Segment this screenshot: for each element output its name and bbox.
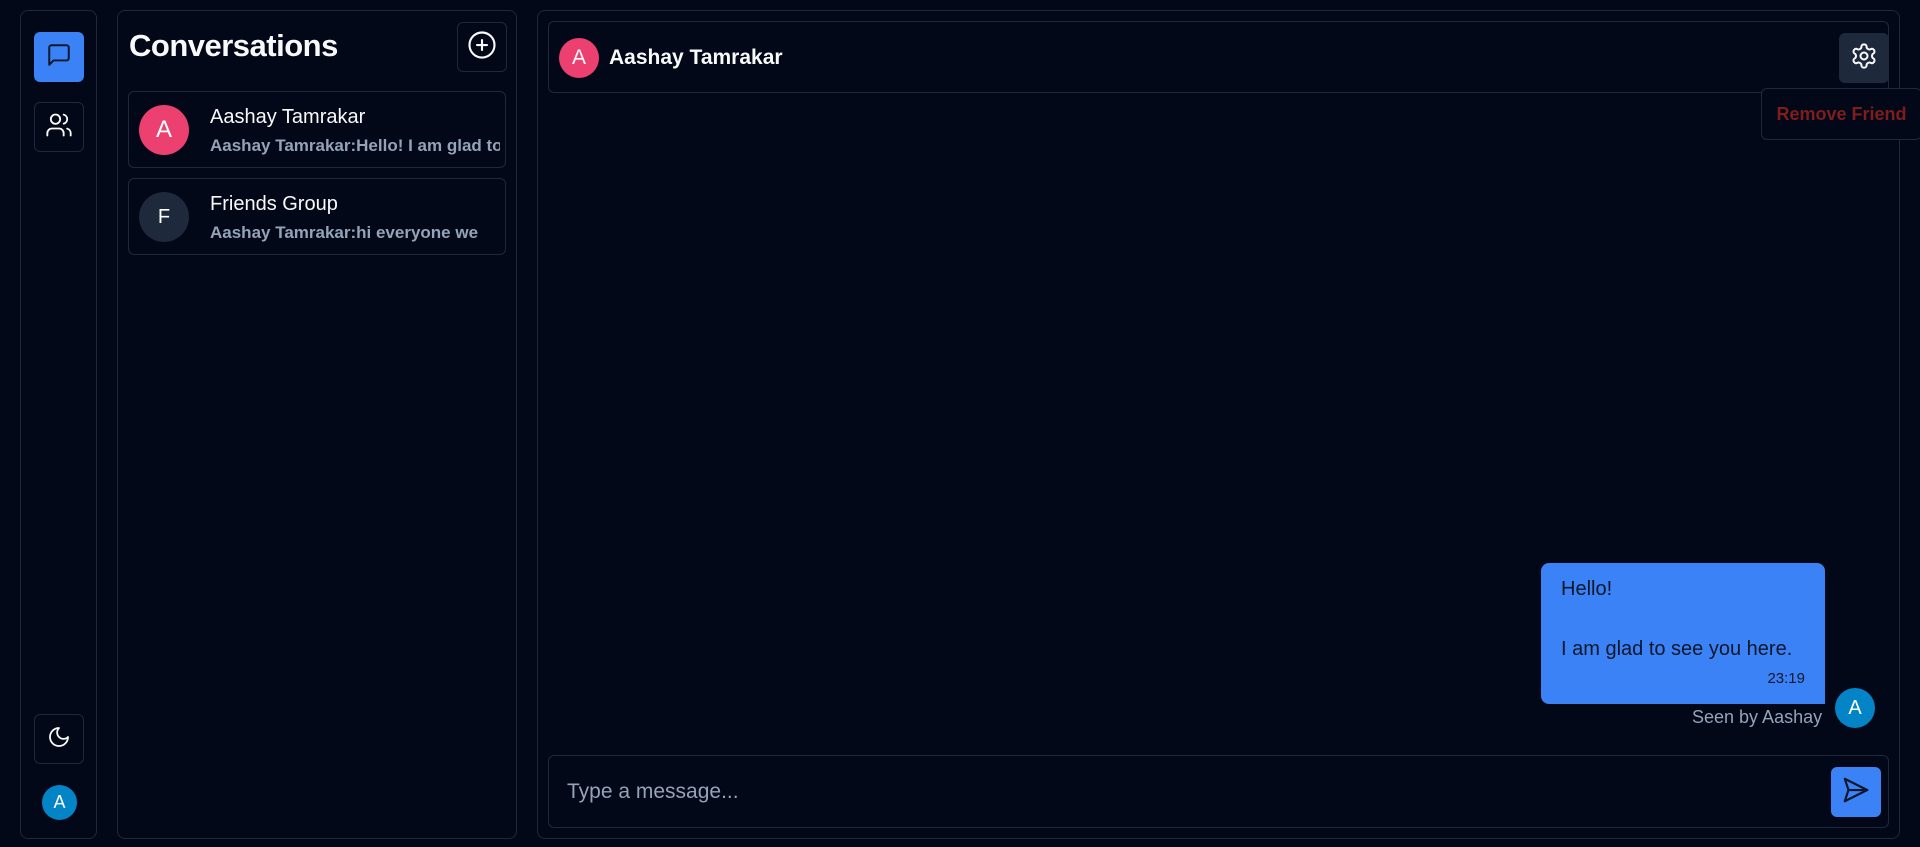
chat-settings-button[interactable] (1839, 33, 1889, 83)
contact-avatar-letter: A (571, 46, 586, 69)
moon-icon (47, 725, 71, 754)
gear-icon (1850, 42, 1878, 75)
message-line-gap (1561, 604, 1805, 634)
friends-nav-button[interactable] (34, 102, 84, 152)
contact-avatar: A (559, 38, 599, 78)
conversation-name: Aashay Tamrakar (210, 106, 366, 128)
conversation-avatar-letter: F (157, 205, 171, 228)
chat-header: A Aashay Tamrakar (548, 21, 1889, 93)
conversations-title: Conversations (129, 28, 338, 63)
theme-toggle-button[interactable] (34, 714, 84, 764)
conversation-item[interactable]: F Friends Group Aashay Tamrakar:hi every… (128, 178, 506, 255)
settings-dropdown: Remove Friend (1761, 88, 1920, 140)
conversation-name: Friends Group (210, 193, 338, 215)
send-button[interactable] (1831, 767, 1881, 817)
contact-name: Aashay Tamrakar (609, 46, 783, 69)
message-sender-avatar: A (1835, 688, 1875, 728)
conversation-avatar: A (139, 105, 189, 155)
conversation-avatar-letter: A (155, 116, 172, 143)
message-timestamp: 23:19 (1767, 670, 1805, 687)
nav-rail: A (20, 10, 97, 839)
chat-panel: A Aashay Tamrakar Remove Friend Hello! I… (537, 10, 1920, 839)
send-icon (1841, 775, 1871, 810)
remove-friend-button[interactable]: Remove Friend (1776, 104, 1906, 125)
message-input[interactable] (550, 757, 1820, 826)
plus-circle-icon (467, 30, 497, 65)
message-text-line: I am glad to see you here. (1561, 638, 1793, 660)
user-avatar-letter: A (53, 792, 66, 812)
chat-app: A Conversations A Aashay Tamrakar Aashay… (0, 0, 1920, 847)
message-sender-avatar-letter: A (1848, 696, 1862, 719)
seen-status: Seen by Aashay (1692, 707, 1823, 727)
conversation-preview: Aashay Tamrakar:hi everyone we (210, 223, 479, 242)
conversation-avatar: F (139, 192, 189, 242)
user-avatar[interactable]: A (42, 785, 77, 820)
conversations-panel: Conversations A Aashay Tamrakar Aashay T… (117, 10, 517, 839)
message-composer (548, 755, 1889, 828)
message-bubble: Hello! I am glad to see you here. 23:19 (1541, 563, 1825, 704)
users-icon (45, 111, 73, 144)
conversation-item[interactable]: A Aashay Tamrakar Aashay Tamrakar:Hello!… (128, 91, 506, 168)
message-text-line: Hello! (1561, 578, 1613, 600)
chats-nav-button[interactable] (34, 32, 84, 82)
new-conversation-button[interactable] (457, 22, 507, 72)
message-square-icon (46, 42, 72, 73)
conversation-preview: Aashay Tamrakar:Hello! I am glad to see … (210, 136, 500, 155)
